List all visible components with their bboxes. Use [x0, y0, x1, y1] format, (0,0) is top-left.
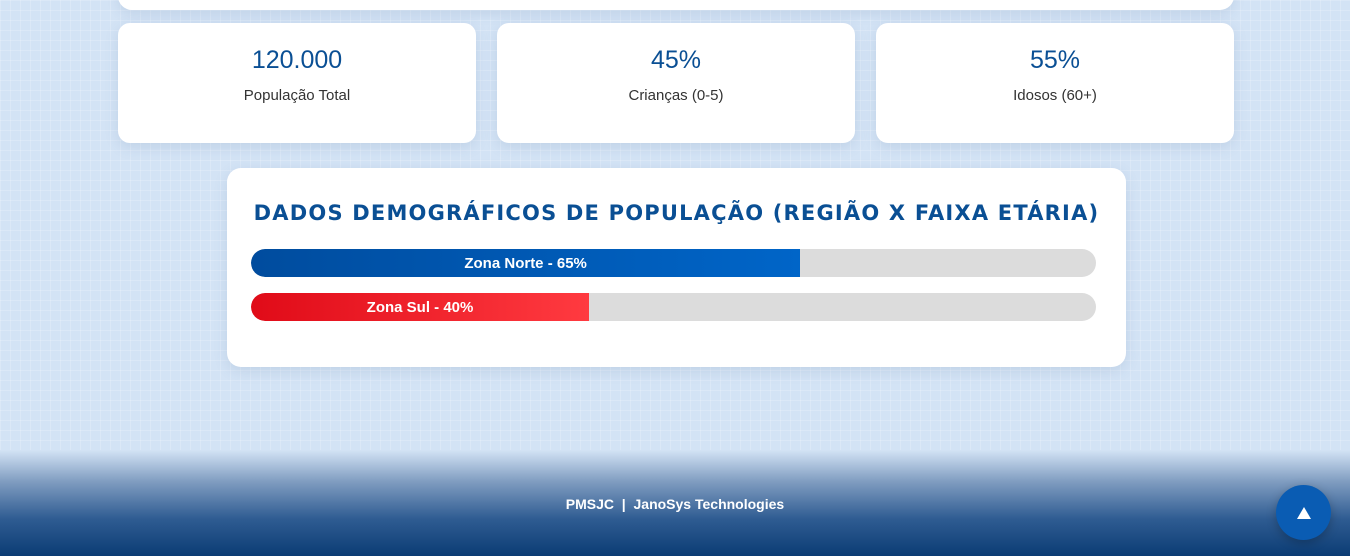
footer-credits: PMSJC | JanoSys Technologies: [565, 496, 785, 512]
scroll-to-top-button[interactable]: [1276, 485, 1331, 540]
progress-label: Zona Sul - 40%: [366, 298, 474, 316]
stat-label: Crianças (0-5): [628, 87, 724, 104]
stat-value: 120.000: [251, 46, 343, 74]
stat-label: População Total: [243, 87, 351, 104]
progress-label: Zona Norte - 65%: [464, 254, 587, 272]
progress-track-zona-norte: Zona Norte - 65%: [251, 249, 1096, 277]
stat-card-total-population: 120.000 População Total: [118, 23, 476, 143]
stat-value: 45%: [650, 46, 702, 74]
arrow-up-icon: [1296, 506, 1311, 519]
previous-section-card: [118, 0, 1234, 10]
stat-card-elderly: 55% Idosos (60+): [876, 23, 1234, 143]
demographics-card: DADOS DEMOGRÁFICOS DE POPULAÇÃO (REGIÃO …: [227, 168, 1126, 367]
progress-bar-zona-sul: Zona Sul - 40%: [251, 293, 589, 321]
stat-label: Idosos (60+): [1013, 87, 1097, 104]
stat-value: 55%: [1029, 46, 1081, 74]
stats-row: 120.000 População Total 45% Crianças (0-…: [118, 23, 1234, 143]
stat-card-children: 45% Crianças (0-5): [497, 23, 855, 143]
progress-bar-zona-norte: Zona Norte - 65%: [251, 249, 801, 277]
demographics-title: DADOS DEMOGRÁFICOS DE POPULAÇÃO (REGIÃO …: [253, 201, 1100, 225]
progress-track-zona-sul: Zona Sul - 40%: [251, 293, 1096, 321]
footer: PMSJC | JanoSys Technologies: [0, 450, 1350, 556]
